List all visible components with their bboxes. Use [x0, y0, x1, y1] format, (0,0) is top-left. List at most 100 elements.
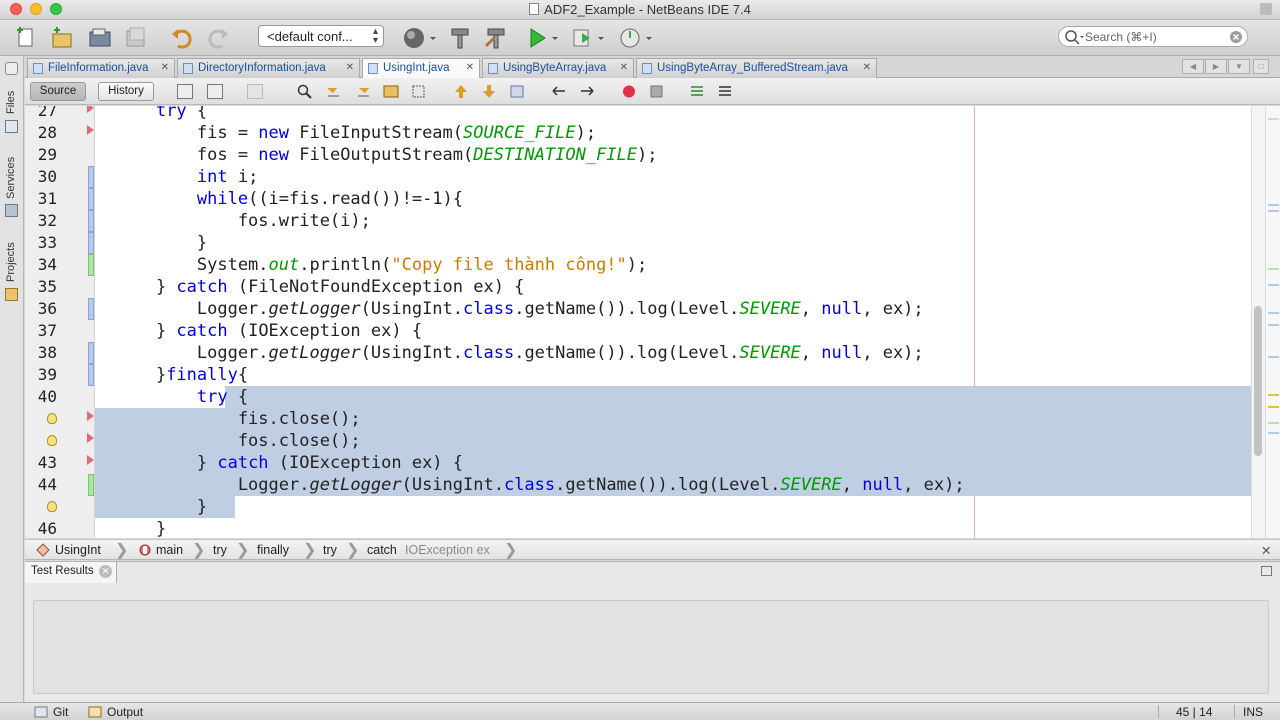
forward-icon[interactable]: [247, 84, 263, 99]
code-line[interactable]: 43 } catch (IOException ex) {: [25, 452, 1251, 474]
configuration-select[interactable]: <default conf... ▴ ▾: [258, 25, 384, 47]
code-line[interactable]: 29 fos = new FileOutputStream(DESTINATIO…: [25, 144, 1251, 166]
profile-button[interactable]: [618, 26, 652, 50]
clear-search-icon[interactable]: [1229, 30, 1243, 44]
show-opened-documents-button[interactable]: ▼: [1228, 59, 1250, 74]
close-tab-icon[interactable]: ✕: [99, 565, 112, 578]
tab-label: UsingByteArray_BufferedStream.java: [657, 62, 848, 74]
next-bookmark-icon[interactable]: [481, 84, 497, 99]
output-tab[interactable]: Output: [107, 705, 143, 719]
close-tab-icon[interactable]: ✕: [863, 62, 871, 73]
close-tab-icon[interactable]: ✕: [346, 62, 354, 73]
set-project-button[interactable]: [402, 26, 436, 50]
debug-icon: [573, 29, 604, 47]
minimize-panel-icon[interactable]: [5, 62, 18, 75]
clean-build-button[interactable]: [484, 26, 508, 50]
start-macro-recording-icon[interactable]: [621, 84, 637, 99]
code-line[interactable]: 32 fos.write(i);: [25, 210, 1251, 232]
hint-bulb-icon[interactable]: [47, 501, 57, 512]
tab-using-byte-array-buffered[interactable]: UsingByteArray_BufferedStream.java ✕: [636, 58, 877, 78]
code-line[interactable]: fis.close();: [25, 408, 1251, 430]
open-project-button[interactable]: [88, 26, 112, 50]
close-tab-icon[interactable]: ✕: [466, 62, 474, 73]
git-tab[interactable]: Git: [53, 705, 68, 719]
breadcrumb-method[interactable]: main: [156, 543, 183, 557]
added-line-marker: [88, 254, 94, 276]
redo-button[interactable]: [206, 26, 230, 50]
toggle-bookmark-icon[interactable]: [509, 84, 525, 99]
code-line[interactable]: fos.close();: [25, 430, 1251, 452]
search-input[interactable]: Search (⌘+I): [1058, 26, 1248, 47]
fullscreen-button[interactable]: [1260, 3, 1272, 15]
code-editor[interactable]: 27 try {28 fis = new FileInputStream(SOU…: [25, 106, 1251, 538]
toggle-highlight-icon[interactable]: [383, 84, 399, 99]
save-all-button[interactable]: [124, 26, 148, 50]
previous-bookmark-icon[interactable]: [453, 84, 469, 99]
stop-macro-recording-icon[interactable]: [649, 84, 665, 99]
maximize-panel-icon[interactable]: [1261, 566, 1272, 576]
find-previous-icon[interactable]: [297, 84, 313, 99]
new-project-button[interactable]: [50, 26, 74, 50]
code-line[interactable]: 31 while((i=fis.read())!=-1){: [25, 188, 1251, 210]
tab-file-information[interactable]: FileInformation.java ✕: [27, 58, 175, 78]
scroll-thumb[interactable]: [1254, 306, 1262, 456]
breadcrumb-try-inner[interactable]: try: [323, 543, 337, 557]
scroll-tabs-right-button[interactable]: ▶: [1205, 59, 1227, 74]
tab-using-int[interactable]: UsingInt.java ✕: [362, 58, 480, 79]
left-side-strip: Files Services Projects: [0, 56, 24, 702]
toggle-rect-select-icon[interactable]: [411, 84, 427, 99]
uncomment-icon[interactable]: [717, 84, 733, 99]
services-tab[interactable]: Services: [5, 157, 17, 199]
find-selection-icon[interactable]: [325, 84, 341, 99]
code-line[interactable]: }: [25, 496, 1251, 518]
code-line[interactable]: 46 }: [25, 518, 1251, 538]
undo-button[interactable]: [170, 26, 194, 50]
build-button[interactable]: [448, 26, 472, 50]
breadcrumb-class[interactable]: UsingInt: [55, 543, 101, 557]
code-line[interactable]: 34 System.out.println("Copy file thành c…: [25, 254, 1251, 276]
chevron-right-icon: ❯: [115, 542, 129, 559]
tab-directory-information[interactable]: DirectoryInformation.java ✕: [177, 58, 360, 78]
error-stripe[interactable]: [1265, 106, 1280, 538]
code-line[interactable]: 39 }finally{: [25, 364, 1251, 386]
hint-bulb-icon[interactable]: [47, 435, 57, 446]
code-line[interactable]: 36 Logger.getLogger(UsingInt.class.getNa…: [25, 298, 1251, 320]
code-line[interactable]: 40 try {: [25, 386, 1251, 408]
breadcrumb-try[interactable]: try: [213, 543, 227, 557]
projects-tab[interactable]: Projects: [5, 242, 17, 282]
last-edit-icon[interactable]: [177, 84, 193, 99]
breadcrumb-finally[interactable]: finally: [257, 543, 289, 557]
code-line[interactable]: 37 } catch (IOException ex) {: [25, 320, 1251, 342]
hint-bulb-icon[interactable]: [47, 413, 57, 424]
scroll-tabs-left-button[interactable]: ◀: [1182, 59, 1204, 74]
close-breadcrumb-icon[interactable]: ✕: [1261, 543, 1271, 558]
history-button[interactable]: History: [98, 82, 154, 101]
code-line[interactable]: 44 Logger.getLogger(UsingInt.class.getNa…: [25, 474, 1251, 496]
back-icon[interactable]: [207, 84, 223, 99]
maximize-window-button[interactable]: □: [1253, 59, 1269, 74]
new-file-button[interactable]: [14, 26, 38, 50]
shift-right-icon[interactable]: [579, 84, 595, 99]
find-next-icon[interactable]: [355, 84, 371, 99]
close-tab-icon[interactable]: ✕: [620, 62, 628, 73]
java-file-icon: [33, 63, 43, 74]
run-button[interactable]: [526, 26, 558, 50]
breadcrumb-catch[interactable]: catch: [367, 543, 397, 557]
code-line[interactable]: 38 Logger.getLogger(UsingInt.class.getNa…: [25, 342, 1251, 364]
close-tab-icon[interactable]: ✕: [161, 62, 169, 73]
files-tab[interactable]: Files: [5, 91, 17, 114]
vertical-scrollbar[interactable]: [1251, 106, 1265, 538]
undo-icon: [172, 29, 192, 49]
test-results-tab[interactable]: Test Results ✕: [25, 562, 117, 583]
code-line[interactable]: 30 int i;: [25, 166, 1251, 188]
code-line[interactable]: 35 } catch (FileNotFoundException ex) {: [25, 276, 1251, 298]
code-line[interactable]: 27 try {: [25, 106, 1251, 122]
code-line[interactable]: 28 fis = new FileInputStream(SOURCE_FILE…: [25, 122, 1251, 144]
debug-button[interactable]: [572, 26, 604, 50]
tab-using-byte-array[interactable]: UsingByteArray.java ✕: [482, 58, 634, 78]
code-line[interactable]: 33 }: [25, 232, 1251, 254]
chevron-right-icon: ❯: [192, 542, 206, 559]
source-button[interactable]: Source: [30, 82, 86, 101]
comment-icon[interactable]: [689, 84, 705, 99]
shift-left-icon[interactable]: [551, 84, 567, 99]
